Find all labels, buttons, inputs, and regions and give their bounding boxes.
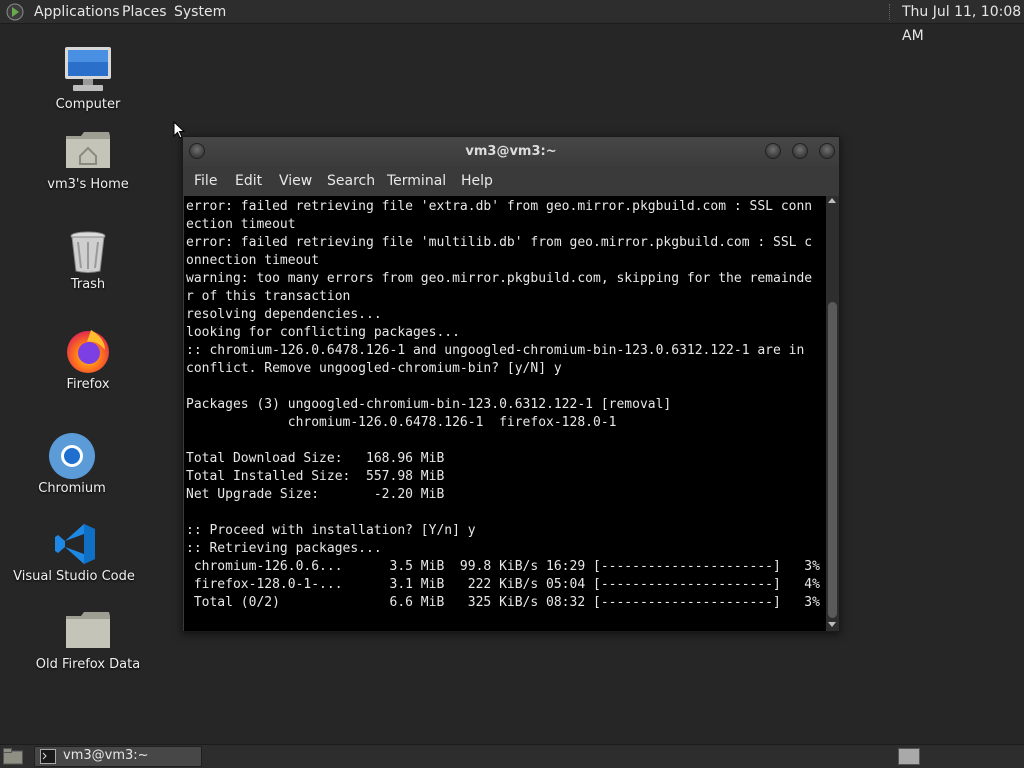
menu-search[interactable]: Search: [327, 173, 375, 189]
terminal-output: error: failed retrieving file 'extra.db'…: [186, 199, 820, 610]
window-titlebar[interactable]: vm3@vm3:~: [183, 137, 839, 167]
minimize-button[interactable]: [765, 143, 781, 159]
trash-icon: [70, 231, 106, 273]
system-menu[interactable]: System: [174, 0, 226, 24]
places-menu[interactable]: Places: [122, 0, 167, 24]
desktop-icon-label: Trash: [70, 277, 106, 292]
scroll-down-arrow-icon[interactable]: [828, 622, 836, 627]
desktop-icon-label: Visual Studio Code: [13, 569, 135, 584]
home-folder-icon: [66, 132, 110, 168]
computer-icon: [65, 47, 111, 91]
desktop-icon-label: Firefox: [66, 377, 110, 392]
terminal-screen[interactable]: error: failed retrieving file 'extra.db'…: [184, 196, 826, 631]
menu-view[interactable]: View: [279, 173, 312, 189]
chromium-icon: [49, 433, 95, 479]
scroll-up-arrow-icon[interactable]: [828, 198, 836, 203]
desktop-icon-label: Chromium: [38, 481, 106, 496]
taskbar-task-label: vm3@vm3:~: [63, 748, 149, 763]
desktop-icon-label: Computer: [55, 97, 121, 112]
taskbar-terminal-button[interactable]: vm3@vm3:~: [34, 746, 202, 767]
terminal-window[interactable]: vm3@vm3:~ File Edit View Search Terminal…: [182, 136, 840, 632]
top-panel: Applications Places System Thu Jul 11, 1…: [0, 0, 1024, 44]
close-button[interactable]: [819, 143, 835, 159]
desktop-icon-label: vm3's Home: [47, 177, 129, 192]
window-title: vm3@vm3:~: [465, 144, 557, 159]
terminal-scrollbar[interactable]: [826, 196, 839, 631]
vscode-icon: [55, 524, 95, 564]
folder-icon: [66, 612, 110, 648]
mate-logo-icon[interactable]: [6, 3, 24, 21]
show-desktop-icon[interactable]: [3, 748, 23, 765]
desktop-icon-label: Old Firefox Data: [35, 657, 141, 672]
panel-separator: [889, 4, 892, 20]
terminal-icon: [40, 749, 56, 764]
clock[interactable]: Thu Jul 11, 10:08 AM: [902, 0, 1024, 44]
menu-help[interactable]: Help: [461, 173, 493, 189]
menu-terminal[interactable]: Terminal: [387, 173, 446, 189]
menu-file[interactable]: File: [194, 173, 217, 189]
terminal-menubar: File Edit View Search Terminal Help: [183, 167, 839, 196]
applications-menu[interactable]: Applications: [34, 0, 120, 24]
menu-edit[interactable]: Edit: [235, 173, 262, 189]
workspace-switcher-icon[interactable]: [898, 748, 920, 765]
bottom-panel: vm3@vm3:~: [0, 744, 1024, 768]
maximize-button[interactable]: [792, 143, 808, 159]
scrollbar-thumb[interactable]: [828, 302, 837, 618]
firefox-icon: [67, 330, 109, 373]
